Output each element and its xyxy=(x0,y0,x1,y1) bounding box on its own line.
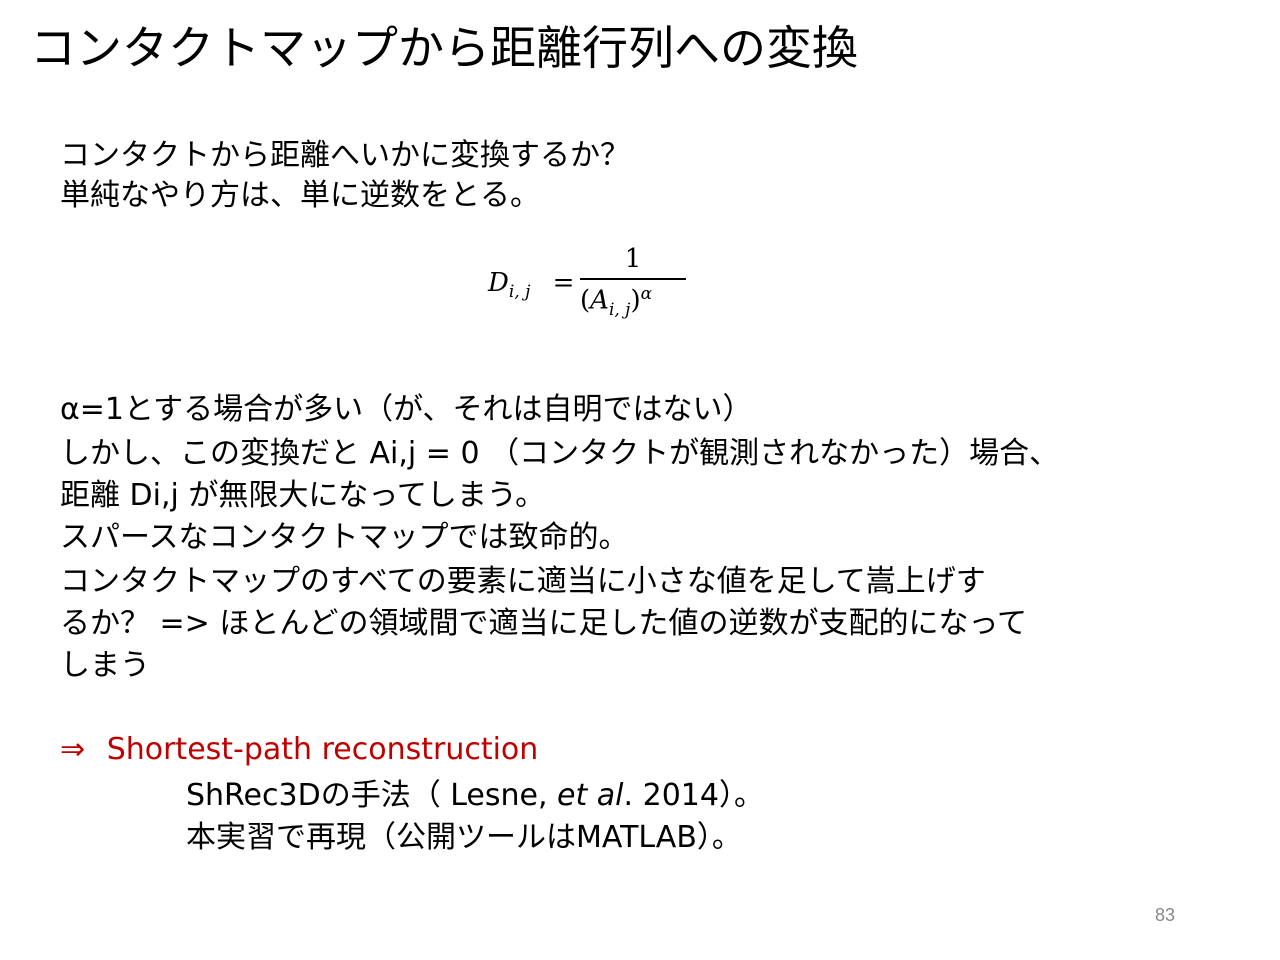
conclusion-heading-line: ⇒ Shortest-path reconstruction xyxy=(60,730,538,770)
equation-denominator: (Ai, j)α xyxy=(580,284,686,320)
body-line-1: α=1とする場合が多い（が、それは自明ではない） xyxy=(60,392,753,427)
implies-arrow-icon: ⇒ xyxy=(60,732,86,767)
reference-text: ShRec3Dの手法（ Lesne, xyxy=(186,778,558,813)
reproduction-note: 本実習で再現（公開ツールはMATLAB）。 xyxy=(186,820,742,855)
conclusion-heading: Shortest-path reconstruction xyxy=(106,732,539,767)
reference-year: . 2014）。 xyxy=(623,778,764,813)
page-number: 83 xyxy=(1155,905,1176,925)
equation-lhs: Di, j = xyxy=(488,268,574,302)
lhs-symbol: D xyxy=(488,268,509,298)
fraction-bar xyxy=(580,278,686,280)
body-line-4: スパースなコンタクトマップでは致命的。 xyxy=(60,520,629,555)
body-line-6: るか？ => ほとんどの領域間で適当に足した値の逆数が支配的になって xyxy=(60,606,1027,641)
intro-line-1: コンタクトから距離へいかに変換するか？ xyxy=(60,138,630,173)
den-subscript: i, j xyxy=(608,299,631,320)
body-line-5: コンタクトマップのすべての要素に適当に小さな値を足して嵩上げす xyxy=(60,564,986,599)
slide-title: コンタクトマップから距離行列への変換 xyxy=(30,21,858,75)
den-symbol: A xyxy=(590,285,609,316)
den-exponent: α xyxy=(640,284,653,304)
body-line-2: しかし、この変換だと Ai,j = 0 （コンタクトが観測されなかった）場合、 xyxy=(60,436,1060,471)
equals-sign: = xyxy=(552,268,575,298)
equation-numerator: 1 xyxy=(624,244,642,274)
den-close-paren: ) xyxy=(630,285,641,316)
reference-et-al: et al xyxy=(557,778,624,813)
lhs-subscript: i, j xyxy=(508,282,531,303)
body-line-3: 距離 Di,j が無限大になってしまう。 xyxy=(60,478,546,513)
body-line-7: しまう xyxy=(60,648,150,683)
reference-line: ShRec3Dの手法（ Lesne, et al. 2014）。 xyxy=(186,776,764,816)
intro-line-2: 単純なやり方は、単に逆数をとる。 xyxy=(60,178,540,213)
equation-fraction: 1 (Ai, j)α xyxy=(580,244,686,320)
den-open-paren: ( xyxy=(580,285,591,316)
